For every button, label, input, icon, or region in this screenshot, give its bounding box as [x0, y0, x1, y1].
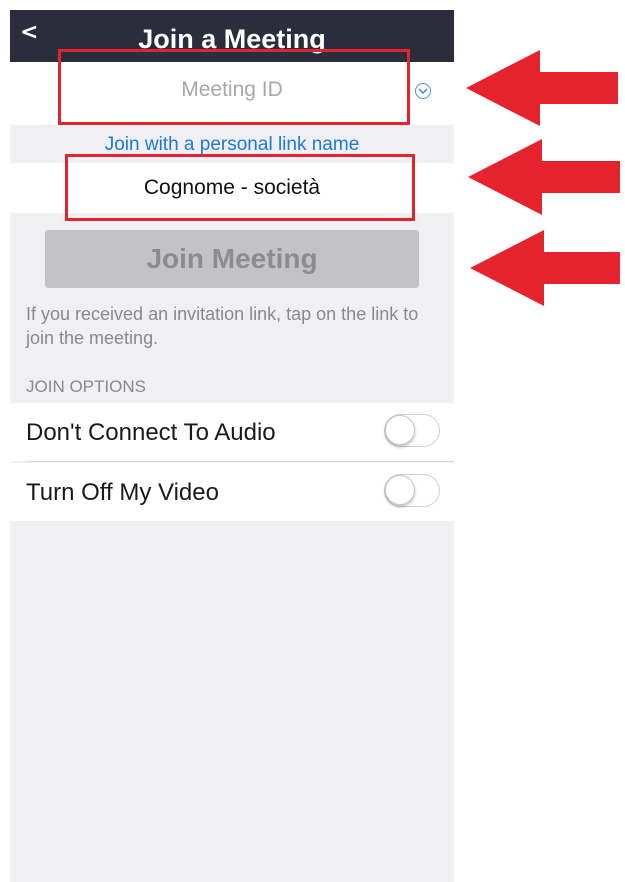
dont-connect-audio-toggle[interactable]	[384, 414, 440, 447]
join-options-header: JOIN OPTIONS	[26, 377, 146, 396]
red-left-arrow-icon	[466, 50, 618, 126]
option-divider	[26, 461, 454, 462]
join-meeting-button[interactable]: Join Meeting	[45, 230, 419, 288]
red-left-arrow-icon	[468, 139, 620, 215]
red-left-arrow-icon	[470, 230, 620, 306]
toggle-knob	[385, 415, 415, 445]
join-with-personal-link-name-link[interactable]: Join with a personal link name	[105, 134, 360, 156]
invitation-hint-text: If you received an invitation link, tap …	[26, 304, 419, 348]
screenshot-canvas: < Join a Meeting Meeting ID Join with a …	[0, 0, 625, 882]
option-label: Don't Connect To Audio	[26, 419, 276, 446]
toggle-knob	[385, 475, 415, 505]
turn-off-video-toggle[interactable]	[384, 474, 440, 507]
option-label: Turn Off My Video	[26, 479, 219, 506]
option-dont-connect-audio: Don't Connect To Audio	[10, 403, 454, 461]
zoom-app-screen: < Join a Meeting Meeting ID Join with a …	[10, 10, 454, 882]
meeting-id-highlight-box	[58, 49, 410, 125]
option-turn-off-video: Turn Off My Video	[10, 463, 454, 521]
screen-name-highlight-box	[65, 154, 415, 221]
chevron-down-circle-icon[interactable]	[415, 83, 431, 99]
